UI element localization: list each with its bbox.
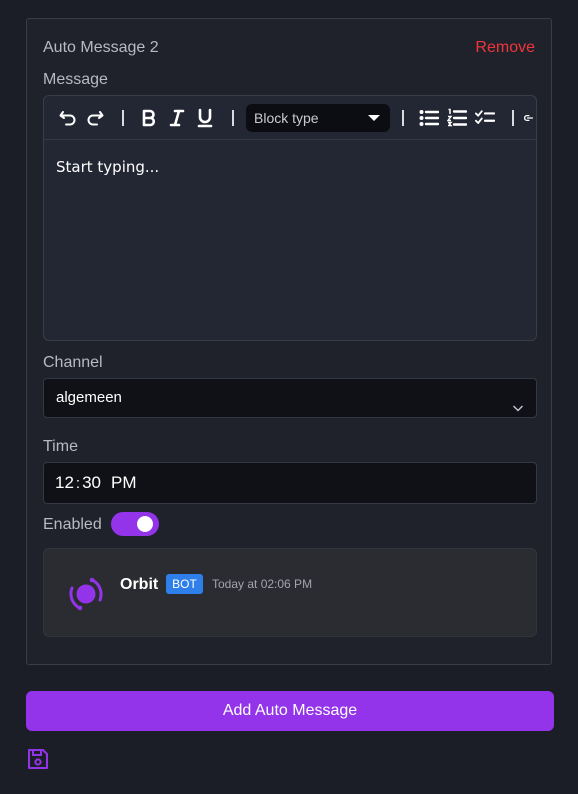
preview-author: Orbit (120, 576, 159, 593)
time-separator: : (75, 475, 81, 492)
redo-icon[interactable] (85, 108, 105, 128)
auto-message-card: Auto Message 2 Remove Message Block type (26, 18, 552, 665)
editor-body[interactable]: Start typing... (56, 158, 159, 176)
preview-timestamp: Today at 02:06 PM (212, 577, 313, 591)
undo-icon[interactable] (58, 108, 78, 128)
time-period[interactable]: PM (111, 463, 137, 503)
card-title: Auto Message 2 (43, 39, 159, 56)
bot-badge: BOT (166, 574, 203, 594)
toolbar-separator (402, 110, 404, 126)
underline-icon[interactable] (195, 108, 215, 128)
time-label: Time (43, 438, 78, 455)
caret-down-icon (368, 115, 380, 121)
checklist-icon[interactable] (475, 108, 495, 128)
channel-label: Channel (43, 354, 103, 371)
enabled-toggle[interactable] (111, 512, 159, 536)
rich-text-editor: Block type Start typing... (43, 95, 537, 341)
time-input[interactable]: 12:30 PM (43, 462, 537, 504)
bold-icon[interactable] (139, 108, 159, 128)
block-type-label: Block type (254, 110, 319, 126)
orbit-avatar-icon (68, 574, 108, 614)
time-minute[interactable]: 30 (82, 463, 101, 503)
message-label: Message (43, 71, 108, 88)
block-type-select[interactable]: Block type (246, 104, 390, 132)
add-auto-message-button[interactable]: Add Auto Message (26, 691, 554, 731)
link-icon[interactable] (524, 108, 536, 128)
toolbar-separator (512, 110, 514, 126)
toggle-knob (137, 516, 153, 532)
enabled-label: Enabled (43, 516, 102, 533)
channel-value: algemeen (56, 389, 122, 406)
toolbar-separator (232, 110, 234, 126)
italic-icon[interactable] (167, 108, 187, 128)
editor-toolbar: Block type (44, 96, 536, 140)
chevron-down-icon (512, 391, 524, 429)
remove-button[interactable]: Remove (475, 39, 535, 57)
save-icon[interactable] (27, 748, 49, 770)
bullet-list-icon[interactable] (419, 108, 439, 128)
channel-select[interactable]: algemeen (43, 378, 537, 418)
message-preview: Orbit BOT Today at 02:06 PM (43, 548, 537, 637)
time-hour[interactable]: 12 (55, 463, 74, 503)
toolbar-separator (122, 110, 124, 126)
numbered-list-icon[interactable] (447, 108, 467, 128)
